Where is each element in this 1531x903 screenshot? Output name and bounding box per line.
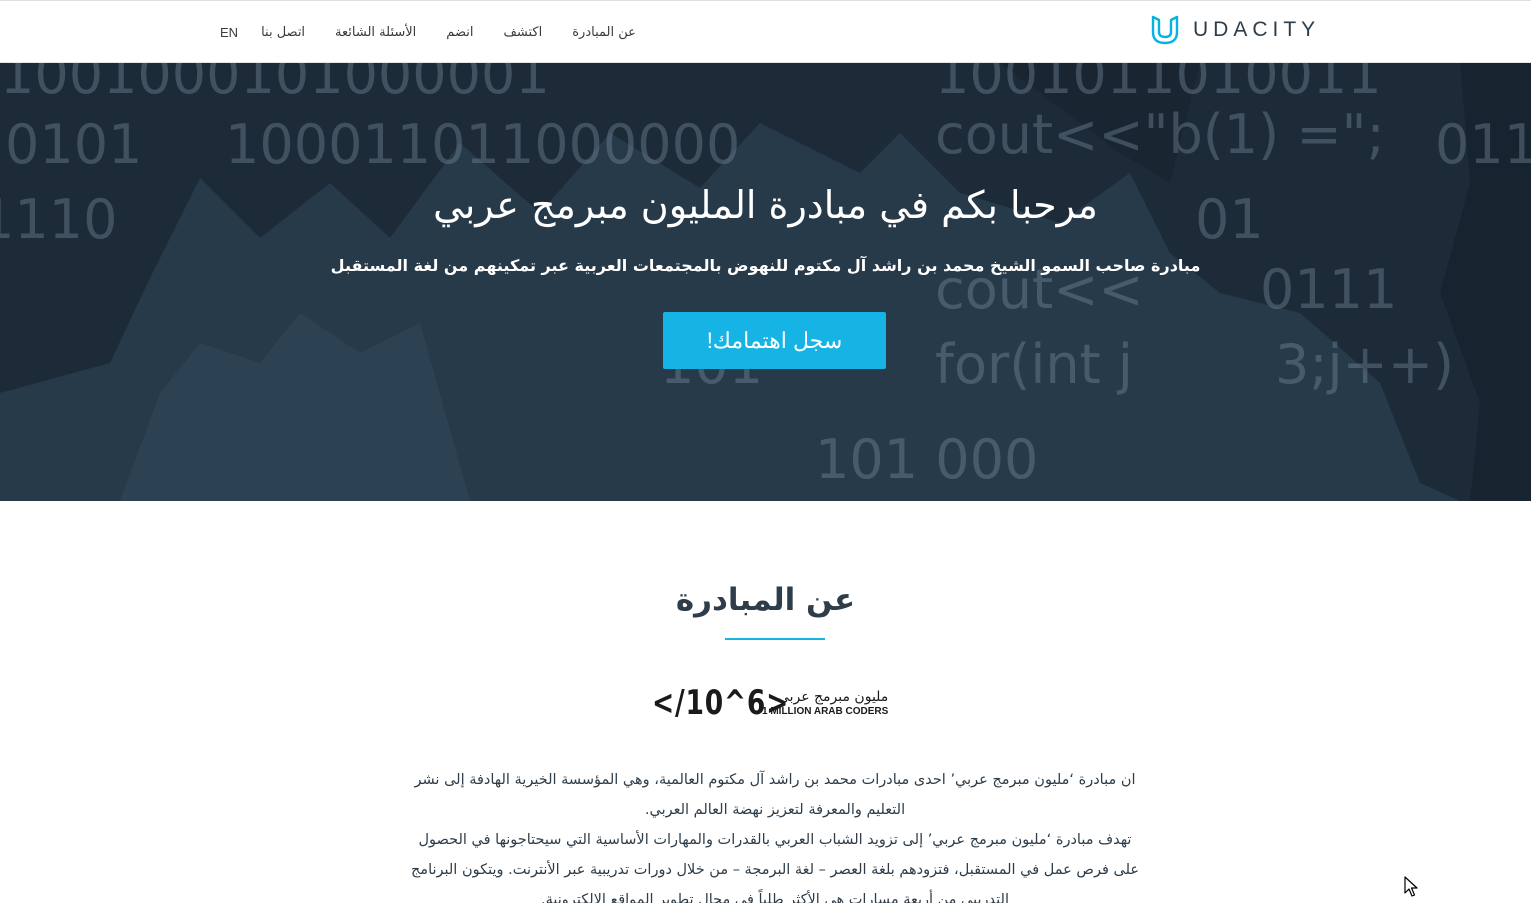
about-paragraph: ان مبادرة ‘مليون مبرمج عربي’ احدى مبادرا… <box>414 772 1136 818</box>
register-interest-button[interactable]: سجل اهتمامك! <box>663 312 886 369</box>
million-arab-coders-logo: </10^6> مليون مبرمج عربي 1 MILLION ARAB … <box>652 683 888 723</box>
logo-arabic-text: مليون مبرمج عربي <box>777 689 889 705</box>
hero-title: مرحبا بكم في مبادرة المليون مبرمج عربي <box>433 183 1098 227</box>
language-switch-en[interactable]: EN <box>212 25 246 40</box>
bg-code-text: 100011011000000 <box>225 113 741 176</box>
mouse-pointer-icon <box>1404 876 1418 897</box>
nav-link-faq[interactable]: الأسئلة الشائعة <box>320 25 431 40</box>
nav-link-about[interactable]: عن المبادرة <box>557 25 651 40</box>
logo-code-mark: </10^6> <box>652 683 790 723</box>
bg-code-text: 1001011010011 <box>935 63 1382 106</box>
hero-banner: 1001000101000001 1001011010011 0101 1000… <box>0 63 1531 501</box>
bg-code-text: for(int j <box>935 333 1133 396</box>
udacity-logo-icon <box>1151 15 1179 45</box>
nav-link-contact[interactable]: اتصل بنا <box>246 25 320 40</box>
nav-link-explore[interactable]: اكتشف <box>488 25 557 40</box>
nav-link-join[interactable]: انضم <box>431 25 488 40</box>
bg-code-text: 1001000101000001 <box>0 63 550 106</box>
bg-code-text: 01110 <box>1435 113 1531 176</box>
about-paragraph: تهدف مبادرة ‘مليون مبرمج عربي’ إلى تزويد… <box>410 832 1140 903</box>
title-underline <box>725 638 825 640</box>
bg-code-text: 3;j++) <box>1275 333 1455 396</box>
bg-code-text: 0101 <box>5 113 143 176</box>
logo-text: UDACITY <box>1193 18 1321 41</box>
nav-links: EN اتصل بنا الأسئلة الشائعة انضم اكتشف ع… <box>212 1 651 64</box>
about-description: ان مبادرة ‘مليون مبرمج عربي’ احدى مبادرا… <box>410 765 1140 903</box>
bg-code-text: cout<<"b(1) ="; <box>935 103 1385 166</box>
hero-subtitle: مبادرة صاحب السمو الشيخ محمد بن راشد آل … <box>330 256 1201 275</box>
udacity-logo[interactable]: UDACITY <box>1149 13 1320 47</box>
bg-code-text: 101 000 <box>815 428 1039 491</box>
about-section-title: عن المبادرة <box>675 582 856 618</box>
top-navbar: EN اتصل بنا الأسئلة الشائعة انضم اكتشف ع… <box>0 0 1531 63</box>
